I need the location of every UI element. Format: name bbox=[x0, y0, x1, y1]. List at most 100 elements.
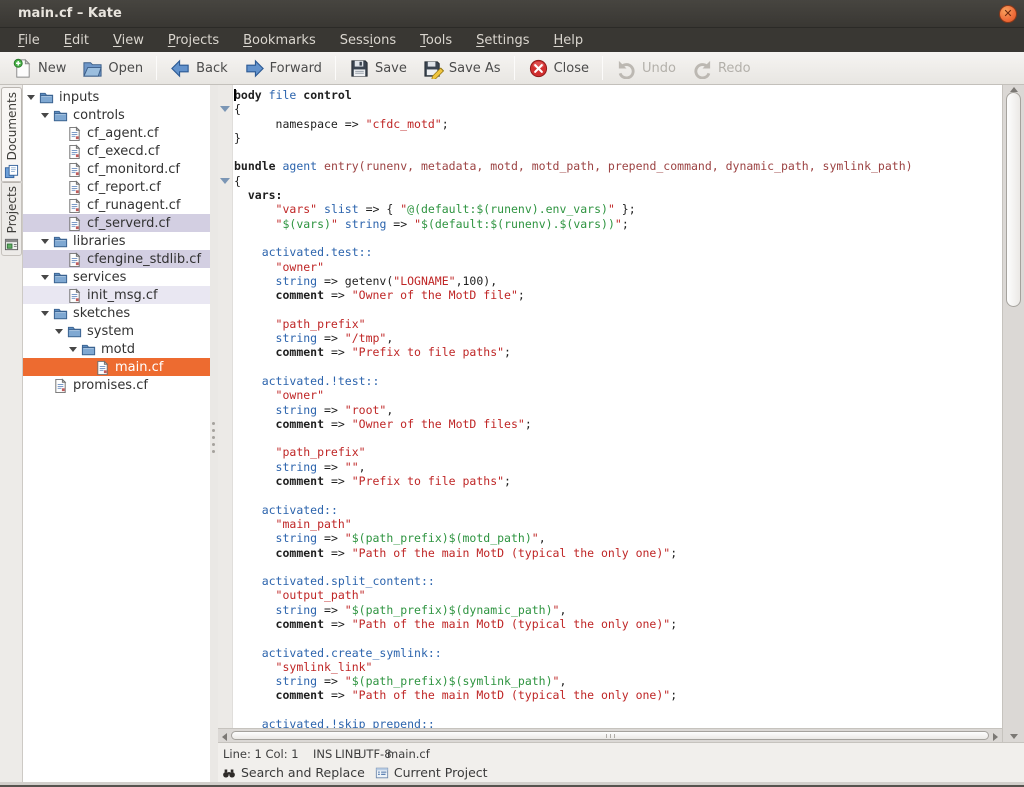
menu-settings[interactable]: Settings bbox=[464, 30, 541, 51]
code-line[interactable]: namespace => "cfdc_motd"; bbox=[234, 117, 1002, 131]
expander-icon[interactable] bbox=[55, 329, 63, 334]
code-line[interactable]: "$(vars)" string => "$(default:$(runenv)… bbox=[234, 217, 1002, 231]
expander-icon[interactable] bbox=[27, 95, 35, 100]
code-line[interactable]: bundle agent entry(runenv, metadata, mot… bbox=[234, 159, 1002, 173]
tree-item-motd[interactable]: motd bbox=[23, 340, 210, 358]
code-line[interactable]: string => "$(path_prefix)$(motd_path)", bbox=[234, 531, 1002, 545]
code-area[interactable]: body file control{ namespace => "cfdc_mo… bbox=[218, 85, 1002, 728]
tree-item-promises-cf[interactable]: promises.cf bbox=[23, 376, 210, 394]
code-line[interactable] bbox=[234, 431, 1002, 445]
code-line[interactable]: "symlink_link" bbox=[234, 660, 1002, 674]
tree-item-cf-report-cf[interactable]: cf_report.cf bbox=[23, 178, 210, 196]
save-as-button[interactable]: Save As bbox=[415, 52, 509, 84]
code-line[interactable]: body file control bbox=[234, 88, 1002, 102]
tree-item-controls[interactable]: controls bbox=[23, 106, 210, 124]
code-line[interactable]: "main_path" bbox=[234, 517, 1002, 531]
code-line[interactable]: string => "$(path_prefix)$(symlink_path)… bbox=[234, 674, 1002, 688]
menu-edit[interactable]: Edit bbox=[52, 30, 101, 51]
code-line[interactable] bbox=[234, 631, 1002, 645]
menu-tools[interactable]: Tools bbox=[408, 30, 464, 51]
expander-icon[interactable] bbox=[41, 239, 49, 244]
expander-icon[interactable] bbox=[41, 113, 49, 118]
code-line[interactable] bbox=[234, 145, 1002, 159]
menu-bookmarks[interactable]: Bookmarks bbox=[231, 30, 328, 51]
tree-item-inputs[interactable]: inputs bbox=[23, 88, 210, 106]
code-line[interactable] bbox=[234, 360, 1002, 374]
code-line[interactable] bbox=[234, 231, 1002, 245]
tree-item-cf-agent-cf[interactable]: cf_agent.cf bbox=[23, 124, 210, 142]
tree-item-cf-serverd-cf[interactable]: cf_serverd.cf bbox=[23, 214, 210, 232]
code-line[interactable]: activated:: bbox=[234, 503, 1002, 517]
code-line[interactable]: comment => "Prefix to file paths"; bbox=[234, 345, 1002, 359]
code-line[interactable]: comment => "Path of the main MotD (typic… bbox=[234, 688, 1002, 702]
close-button[interactable]: Close bbox=[520, 52, 597, 84]
search-and-replace-button[interactable]: Search and Replace bbox=[222, 765, 365, 780]
code-line[interactable]: activated.split_content:: bbox=[234, 574, 1002, 588]
code-line[interactable]: "path_prefix" bbox=[234, 317, 1002, 331]
menu-help[interactable]: Help bbox=[542, 30, 596, 51]
tree-item-init-msg-cf[interactable]: init_msg.cf bbox=[23, 286, 210, 304]
menu-view[interactable]: View bbox=[101, 30, 156, 51]
code-line[interactable]: "owner" bbox=[234, 388, 1002, 402]
expander-icon[interactable] bbox=[41, 275, 49, 280]
sidebar-tab-projects[interactable]: Projects bbox=[1, 181, 22, 256]
window-close-icon[interactable]: ✕ bbox=[999, 5, 1017, 23]
horizontal-scrollbar[interactable] bbox=[218, 728, 1002, 742]
save-button[interactable]: Save bbox=[341, 52, 415, 84]
code-line[interactable]: comment => "Owner of the MotD files"; bbox=[234, 417, 1002, 431]
open-button[interactable]: Open bbox=[74, 52, 151, 84]
code-line[interactable]: string => "root", bbox=[234, 403, 1002, 417]
tree-item-cf-execd-cf[interactable]: cf_execd.cf bbox=[23, 142, 210, 160]
code-line[interactable] bbox=[234, 703, 1002, 717]
tree-item-cfengine-stdlib-cf[interactable]: cfengine_stdlib.cf bbox=[23, 250, 210, 268]
code-line[interactable]: comment => "Path of the main MotD (typic… bbox=[234, 617, 1002, 631]
fold-arrow-icon[interactable] bbox=[220, 106, 230, 112]
code-line[interactable]: { bbox=[234, 174, 1002, 188]
code-line[interactable]: string => "", bbox=[234, 460, 1002, 474]
menu-projects[interactable]: Projects bbox=[156, 30, 231, 51]
code-line[interactable]: string => "/tmp", bbox=[234, 331, 1002, 345]
tree-item-libraries[interactable]: libraries bbox=[23, 232, 210, 250]
code-line[interactable] bbox=[234, 560, 1002, 574]
tree-item-main-cf[interactable]: main.cf bbox=[23, 358, 210, 376]
code-line[interactable]: comment => "Owner of the MotD file"; bbox=[234, 288, 1002, 302]
back-button[interactable]: Back bbox=[162, 52, 236, 84]
tree-item-sketches[interactable]: sketches bbox=[23, 304, 210, 322]
vertical-scrollbar-thumb[interactable] bbox=[1006, 92, 1021, 307]
tree-item-services[interactable]: services bbox=[23, 268, 210, 286]
code-line[interactable]: "vars" slist => { "@(default:$(runenv).e… bbox=[234, 202, 1002, 216]
scroll-down-icon[interactable] bbox=[1010, 734, 1018, 739]
scroll-right-icon[interactable] bbox=[993, 733, 998, 741]
code-line[interactable]: activated.!skip_prepend:: bbox=[234, 717, 1002, 728]
fold-arrow-icon[interactable] bbox=[220, 178, 230, 184]
code-line[interactable]: { bbox=[234, 102, 1002, 116]
vertical-scrollbar[interactable] bbox=[1002, 85, 1024, 742]
panel-splitter[interactable] bbox=[210, 85, 218, 782]
new-button[interactable]: New bbox=[4, 52, 74, 84]
code-line[interactable]: "owner" bbox=[234, 260, 1002, 274]
code-line[interactable]: comment => "Prefix to file paths"; bbox=[234, 474, 1002, 488]
expander-icon[interactable] bbox=[41, 311, 49, 316]
tree-item-cf-runagent-cf[interactable]: cf_runagent.cf bbox=[23, 196, 210, 214]
expander-icon[interactable] bbox=[69, 347, 77, 352]
tree-item-system[interactable]: system bbox=[23, 322, 210, 340]
code-line[interactable]: activated.!test:: bbox=[234, 374, 1002, 388]
code-line[interactable]: comment => "Path of the main MotD (typic… bbox=[234, 546, 1002, 560]
tree-item-cf-monitord-cf[interactable]: cf_monitord.cf bbox=[23, 160, 210, 178]
current-project-button[interactable]: Current Project bbox=[375, 765, 488, 780]
code-line[interactable]: string => "$(path_prefix)$(dynamic_path)… bbox=[234, 603, 1002, 617]
code-line[interactable]: activated.create_symlink:: bbox=[234, 646, 1002, 660]
code-line[interactable]: activated.test:: bbox=[234, 245, 1002, 259]
code-line[interactable]: "output_path" bbox=[234, 588, 1002, 602]
code-line[interactable] bbox=[234, 488, 1002, 502]
code-line[interactable]: } bbox=[234, 131, 1002, 145]
code-line[interactable] bbox=[234, 302, 1002, 316]
horizontal-scrollbar-thumb[interactable] bbox=[231, 731, 989, 740]
scroll-left-icon[interactable] bbox=[222, 733, 227, 741]
code-line[interactable]: "path_prefix" bbox=[234, 445, 1002, 459]
menu-file[interactable]: File bbox=[6, 30, 52, 51]
menu-sessions[interactable]: Sessions bbox=[328, 30, 408, 51]
code-line[interactable]: vars: bbox=[234, 188, 1002, 202]
forward-button[interactable]: Forward bbox=[236, 52, 330, 84]
sidebar-tab-documents[interactable]: Documents bbox=[1, 87, 22, 183]
